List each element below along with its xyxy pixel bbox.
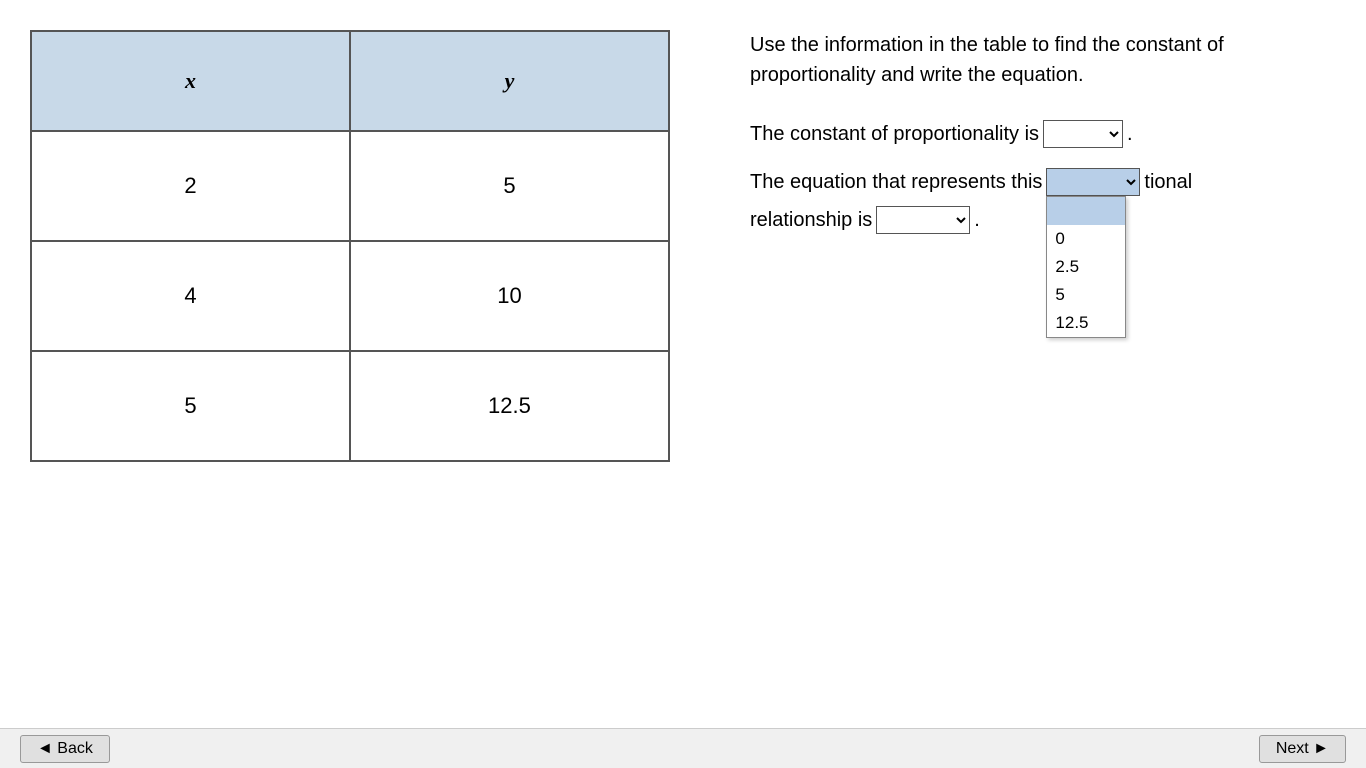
question1-prefix: The constant of proportionality is bbox=[750, 123, 1039, 146]
table-header-x: x bbox=[31, 31, 350, 131]
equation-dropdown-open: 0 2.5 5 12.5 bbox=[1046, 196, 1126, 338]
cell-y-1: 5 bbox=[350, 131, 669, 241]
question2-prefix: The equation that represents this bbox=[750, 171, 1042, 194]
cell-x-2: 4 bbox=[31, 241, 350, 351]
cell-y-2: 10 bbox=[350, 241, 669, 351]
table-row: 4 10 bbox=[31, 241, 669, 351]
equation-dropdown-wrapper[interactable]: y = 2.5x y = 5x y = 0.4x 0 2.5 5 12.5 bbox=[1046, 168, 1140, 196]
table-container: x y 2 5 4 10 5 12.5 bbox=[30, 30, 670, 462]
table-row: 5 12.5 bbox=[31, 351, 669, 461]
right-panel: Use the information in the table to find… bbox=[750, 20, 1336, 254]
option-2-5[interactable]: 2.5 bbox=[1047, 253, 1125, 281]
data-table: x y 2 5 4 10 5 12.5 bbox=[30, 30, 670, 462]
question2-line2: relationship is y = 2.5x y = 5x . bbox=[750, 206, 1336, 234]
x-label: x bbox=[185, 68, 196, 93]
proportionality-dropdown-wrapper: 0 2.5 5 12.5 bbox=[1043, 120, 1123, 148]
option-blank[interactable] bbox=[1047, 197, 1125, 225]
cell-y-3: 12.5 bbox=[350, 351, 669, 461]
option-5[interactable]: 5 bbox=[1047, 281, 1125, 309]
equation-select2[interactable]: y = 2.5x y = 5x bbox=[876, 206, 970, 234]
equation-select2-wrapper: y = 2.5x y = 5x bbox=[876, 206, 970, 234]
bottom-bar: ◄ Back Next ► bbox=[0, 728, 1366, 768]
proportionality-select[interactable]: 0 2.5 5 12.5 bbox=[1043, 120, 1123, 148]
cell-x-3: 5 bbox=[31, 351, 350, 461]
option-12-5[interactable]: 12.5 bbox=[1047, 309, 1125, 337]
y-label: y bbox=[505, 68, 515, 93]
question1-line: The constant of proportionality is 0 2.5… bbox=[750, 120, 1336, 148]
relationship-is-label: relationship is bbox=[750, 209, 872, 232]
instructions-text: Use the information in the table to find… bbox=[750, 30, 1336, 90]
question2-period: . bbox=[974, 209, 980, 232]
table-row: 2 5 bbox=[31, 131, 669, 241]
cell-x-1: 2 bbox=[31, 131, 350, 241]
question1-period: . bbox=[1127, 123, 1133, 146]
equation-select[interactable]: y = 2.5x y = 5x y = 0.4x bbox=[1046, 168, 1140, 196]
next-button[interactable]: Next ► bbox=[1259, 735, 1346, 763]
question2-line: The equation that represents this y = 2.… bbox=[750, 168, 1336, 196]
main-content: x y 2 5 4 10 5 12.5 bbox=[0, 0, 1366, 482]
option-0[interactable]: 0 bbox=[1047, 225, 1125, 253]
question2-proportional: tional bbox=[1144, 171, 1192, 194]
back-button[interactable]: ◄ Back bbox=[20, 735, 110, 763]
instructions-label: Use the information in the table to find… bbox=[750, 34, 1224, 86]
table-header-y: y bbox=[350, 31, 669, 131]
